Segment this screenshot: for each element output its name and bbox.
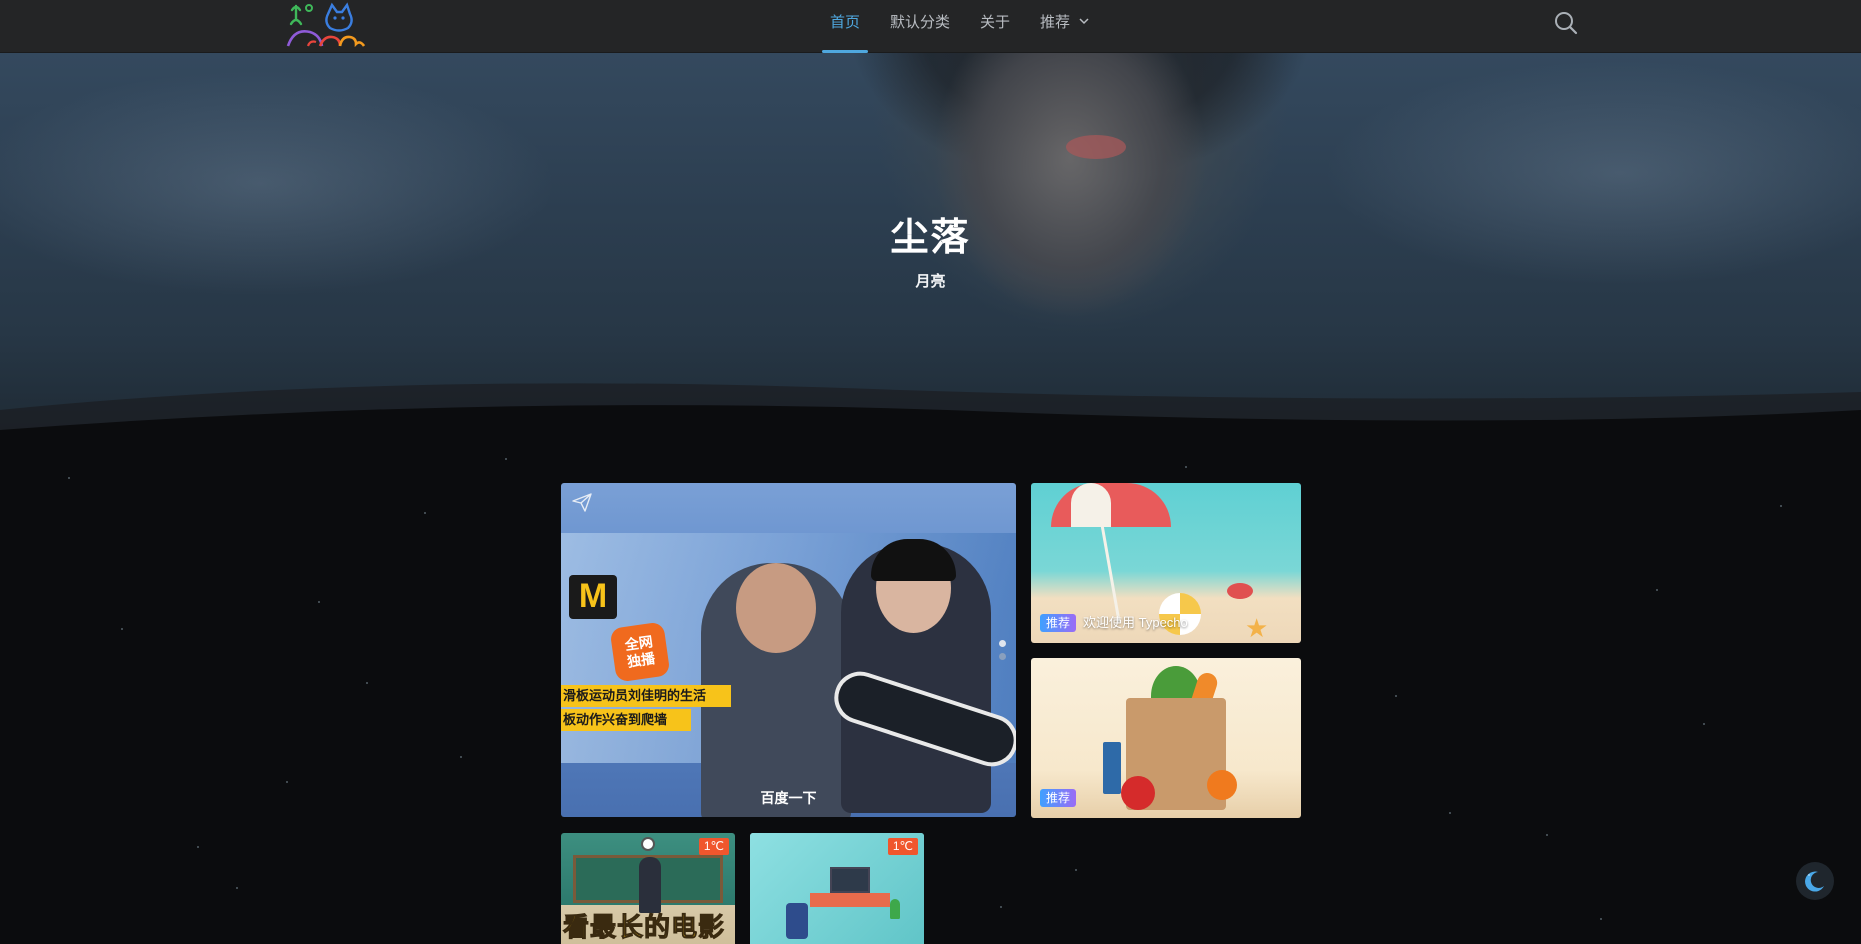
card-image-chair [786,903,808,939]
clock-icon [641,837,655,851]
recommended-card-typecho[interactable]: ★ 推荐 欢迎使用 Typecho [1031,483,1301,643]
recommended-card-grocery[interactable]: 推荐 [1031,658,1301,818]
card-image-orange [1207,770,1237,800]
post-card-movie[interactable]: 看最长的电影 1℃ [561,833,735,944]
card-image-milk [1103,742,1121,794]
card-image-apple [1121,776,1155,810]
card-image-pole [1100,523,1121,623]
card-image-text: 看最长的电影 [562,912,726,943]
temperature-badge: 1℃ [698,838,729,855]
featured-image-badge: 全网 独播 [609,621,671,683]
hero-title: 尘落 [890,217,971,259]
nav-item-about[interactable]: 关于 [980,0,1010,53]
card-image-starfish: ★ [1245,613,1269,643]
card-image-desk [810,893,890,907]
card-image-monitor [830,867,870,893]
paper-plane-icon[interactable] [571,491,593,513]
nav-item-label: 首页 [830,14,861,31]
hero-image-lips [1066,135,1126,159]
card-title[interactable]: 欢迎使用 Typecho [1083,614,1188,632]
featured-caption[interactable]: 百度一下 [561,788,1016,808]
main-menu: 首页 默认分类 关于 推荐 [821,0,1120,53]
nav-item-default-category[interactable]: 默认分类 [890,0,950,53]
nav-item-home[interactable]: 首页 [821,0,869,53]
hero-subtitle: 月亮 [915,273,946,290]
hero-wave-divider [0,383,1861,453]
featured-image-strip: 板动作兴奋到爬墙 [561,709,691,731]
carousel-dot[interactable] [999,653,1006,660]
carousel-indicators [999,640,1006,666]
nav-item-label: 关于 [980,14,1011,31]
recommend-tag: 推荐 [1040,789,1077,807]
temperature-badge: 1℃ [887,838,918,855]
card-image-teacher [639,857,661,913]
cat-logo-icon[interactable] [284,2,368,50]
moon-icon [1805,871,1824,892]
featured-carousel[interactable]: M 全网 独播 滑板运动员刘佳明的生活 板动作兴奋到爬墙 百度一下 [561,483,1016,817]
nav-item-label: 默认分类 [890,14,951,31]
card-image-umbrella [1051,483,1171,527]
featured-image-strip: 滑板运动员刘佳明的生活 [561,685,731,707]
featured-image-logo: M [569,575,617,619]
post-card-office[interactable]: 1℃ [750,833,924,944]
card-image-umbrella-stripe [1071,483,1111,527]
hero-banner: 尘落 月亮 [0,53,1861,453]
theme-toggle-button[interactable] [1796,862,1834,900]
card-image-crab [1227,583,1253,599]
top-navbar: 首页 默认分类 关于 推荐 [0,0,1861,53]
chevron-down-icon [1078,0,1090,46]
nav-item-recommend[interactable]: 推荐 [1040,0,1090,53]
search-icon[interactable] [1553,10,1579,36]
nav-item-label: 推荐 [1040,14,1071,31]
carousel-dot-active[interactable] [999,640,1006,647]
recommend-tag: 推荐 [1040,614,1077,632]
card-image-plant [890,899,900,919]
